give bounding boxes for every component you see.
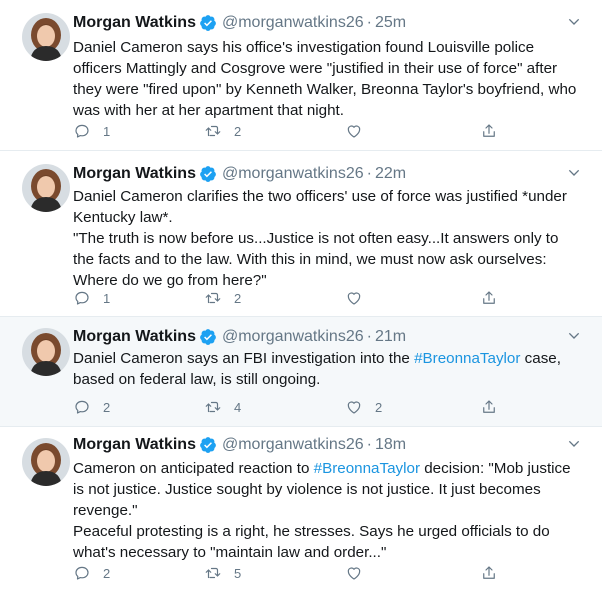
share-button[interactable] <box>480 563 498 583</box>
tweet[interactable]: Morgan Watkins @morganwatkins26 · 22m Da… <box>0 151 602 317</box>
author-name[interactable]: Morgan Watkins <box>73 436 196 454</box>
retweet-count: 4 <box>234 399 242 415</box>
separator-dot: · <box>366 436 372 453</box>
retweet-button[interactable]: 5 <box>204 563 241 583</box>
tweet-text-paragraph: "The truth is now before us...Justice is… <box>73 230 559 289</box>
tweet-text-paragraph: Daniel Cameron says his office's investi… <box>73 39 577 119</box>
tweet[interactable]: Morgan Watkins @morganwatkins26 · 18m Ca… <box>0 427 602 593</box>
share-icon <box>483 291 495 304</box>
retweet-icon <box>205 125 221 137</box>
reply-button[interactable]: 1 <box>73 288 110 308</box>
tweet-text-segment: Daniel Cameron says an FBI investigation… <box>73 350 415 367</box>
heart-icon <box>347 401 361 414</box>
reply-button[interactable]: 2 <box>73 563 110 583</box>
like-button[interactable]: 2 <box>345 397 382 417</box>
tweet[interactable]: Morgan Watkins @morganwatkins26 · 21m Da… <box>0 317 602 427</box>
author-name[interactable]: Morgan Watkins <box>73 14 196 32</box>
author-handle[interactable]: @morganwatkins26 <box>222 165 364 183</box>
tweet-timestamp[interactable]: 21m <box>375 328 406 346</box>
reply-count: 1 <box>103 290 111 306</box>
tweet-header: Morgan Watkins @morganwatkins26 · 25m <box>73 12 406 34</box>
tweet-actions: 2 4 2 <box>73 397 513 417</box>
tweet-text-paragraph: Cameron on anticipated reaction to #Breo… <box>73 458 583 521</box>
author-name[interactable]: Morgan Watkins <box>73 165 196 183</box>
retweet-button[interactable]: 2 <box>204 121 241 141</box>
share-button[interactable] <box>480 288 498 308</box>
separator-dot: · <box>366 165 372 182</box>
timeline-feed: Morgan Watkins @morganwatkins26 · 25m Da… <box>0 0 602 593</box>
tweet-text-paragraph: Daniel Cameron clarifies the two officer… <box>73 188 567 226</box>
verified-badge-icon <box>199 14 217 32</box>
heart-icon <box>347 125 361 138</box>
retweet-button[interactable]: 4 <box>204 397 241 417</box>
reply-button[interactable]: 1 <box>73 121 110 141</box>
retweet-count: 2 <box>234 290 242 306</box>
chevron-down-icon[interactable] <box>566 436 582 452</box>
retweet-count: 2 <box>234 123 242 139</box>
reply-count: 2 <box>103 399 111 415</box>
author-name[interactable]: Morgan Watkins <box>73 328 196 346</box>
avatar[interactable] <box>22 164 70 212</box>
avatar[interactable] <box>22 438 70 486</box>
tweet-timestamp[interactable]: 18m <box>375 436 406 454</box>
retweet-icon <box>205 567 221 579</box>
like-button[interactable] <box>345 121 375 141</box>
hashtag-link[interactable]: #BreonnaTaylor <box>414 350 520 367</box>
reply-icon <box>75 566 89 580</box>
verified-badge-icon <box>199 165 217 183</box>
tweet-text-paragraph: Daniel Cameron says an FBI investigation… <box>73 348 583 390</box>
retweet-button[interactable]: 2 <box>204 288 241 308</box>
share-button[interactable] <box>480 121 498 141</box>
tweet-actions: 2 5 <box>73 563 513 583</box>
share-icon <box>483 400 495 413</box>
like-count: 2 <box>375 399 383 415</box>
verified-badge-icon <box>199 328 217 346</box>
reply-icon <box>75 400 89 414</box>
tweet-timestamp[interactable]: 25m <box>375 14 406 32</box>
tweet-text: Cameron on anticipated reaction to #Breo… <box>73 458 583 563</box>
share-icon <box>483 566 495 579</box>
tweet-text: Daniel Cameron clarifies the two officer… <box>73 186 583 291</box>
tweet-actions: 1 2 <box>73 288 513 308</box>
tweet-header: Morgan Watkins @morganwatkins26 · 21m <box>73 326 406 348</box>
hashtag-link[interactable]: #BreonnaTaylor <box>314 460 420 477</box>
reply-button[interactable]: 2 <box>73 397 110 417</box>
heart-icon <box>347 292 361 305</box>
tweet-text: Daniel Cameron says an FBI investigation… <box>73 348 583 390</box>
author-handle[interactable]: @morganwatkins26 <box>222 328 364 346</box>
retweet-icon <box>205 401 221 413</box>
tweet-header: Morgan Watkins @morganwatkins26 · 22m <box>73 163 406 185</box>
retweet-count: 5 <box>234 565 242 581</box>
reply-count: 1 <box>103 123 111 139</box>
tweet-text-paragraph: Peaceful protesting is a right, he stres… <box>73 523 550 561</box>
retweet-icon <box>205 292 221 304</box>
chevron-down-icon[interactable] <box>566 14 582 30</box>
share-icon <box>483 124 495 137</box>
tweet[interactable]: Morgan Watkins @morganwatkins26 · 25m Da… <box>0 0 602 151</box>
separator-dot: · <box>366 14 372 31</box>
avatar[interactable] <box>22 13 70 61</box>
tweet-actions: 1 2 <box>73 121 513 141</box>
reply-icon <box>75 291 89 305</box>
share-button[interactable] <box>480 397 498 417</box>
chevron-down-icon[interactable] <box>566 165 582 181</box>
reply-icon <box>75 124 89 138</box>
tweet-text-segment: Cameron on anticipated reaction to <box>73 460 314 477</box>
reply-count: 2 <box>103 565 111 581</box>
like-button[interactable] <box>345 288 375 308</box>
author-handle[interactable]: @morganwatkins26 <box>222 436 364 454</box>
separator-dot: · <box>366 328 372 345</box>
author-handle[interactable]: @morganwatkins26 <box>222 14 364 32</box>
chevron-down-icon[interactable] <box>566 328 582 344</box>
tweet-header: Morgan Watkins @morganwatkins26 · 18m <box>73 434 406 456</box>
like-button[interactable] <box>345 563 375 583</box>
heart-icon <box>347 567 361 580</box>
tweet-text: Daniel Cameron says his office's investi… <box>73 37 583 121</box>
verified-badge-icon <box>199 436 217 454</box>
tweet-timestamp[interactable]: 22m <box>375 165 406 183</box>
avatar[interactable] <box>22 328 70 376</box>
